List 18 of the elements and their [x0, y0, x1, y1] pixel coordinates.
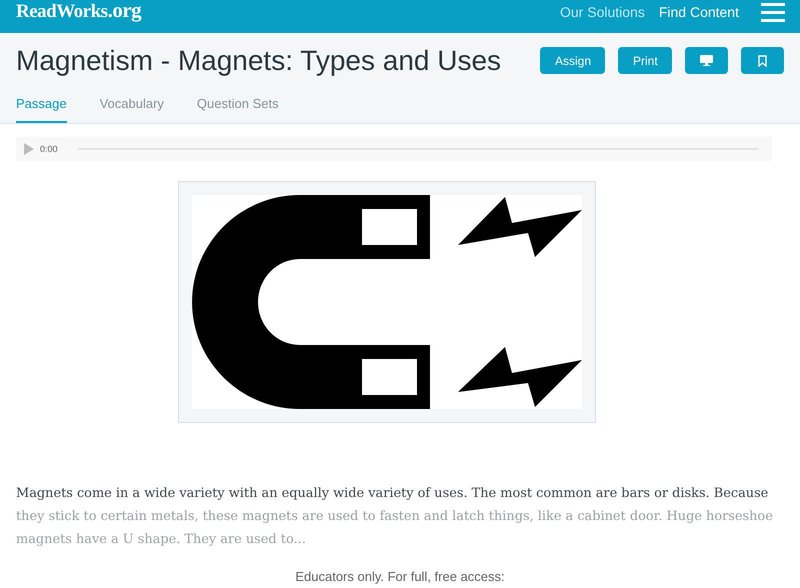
- page-title: Magnetism - Magnets: Types and Uses: [16, 44, 502, 76]
- bookmark-button[interactable]: [741, 47, 784, 74]
- audio-player[interactable]: 0:00: [16, 137, 772, 161]
- time-label: 0:00: [40, 144, 58, 154]
- bookmark-icon: [758, 54, 767, 66]
- action-button[interactable]: Print: [618, 47, 672, 74]
- logo[interactable]: ReadWorks.org: [16, 0, 142, 23]
- monitor-icon: [700, 55, 713, 66]
- tab[interactable]: Vocabulary: [100, 96, 164, 123]
- tab[interactable]: Passage: [16, 96, 67, 123]
- nav-link[interactable]: Find Content: [658, 4, 739, 20]
- present-button[interactable]: [685, 47, 728, 74]
- menu-icon[interactable]: [761, 2, 785, 22]
- access-note: Educators only. For full, free access:: [294, 569, 506, 584]
- nav-link[interactable]: Our Solutions: [560, 4, 645, 20]
- action-button[interactable]: Assign: [540, 47, 605, 74]
- tab[interactable]: Question Sets: [196, 96, 279, 123]
- play-icon[interactable]: [24, 143, 34, 155]
